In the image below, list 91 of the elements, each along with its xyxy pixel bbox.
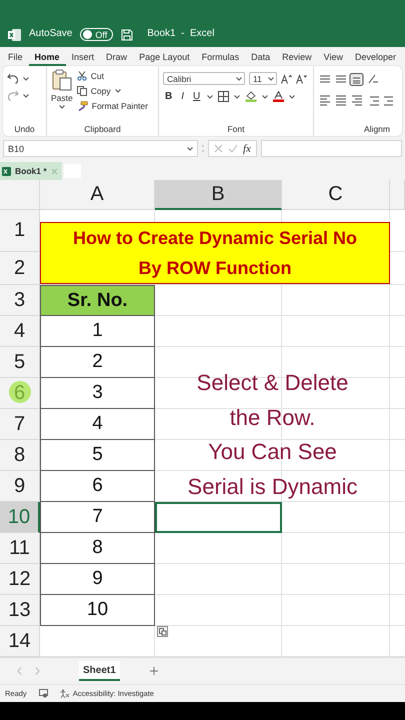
table-cell: 7 [40,502,155,533]
ribbon-tab[interactable]: Draw [100,47,134,66]
save-icon[interactable] [121,29,134,41]
fill-color-icon[interactable] [245,91,258,102]
table-cell: 4 [40,409,155,440]
selected-cell[interactable] [155,502,282,533]
excel-logo-icon[interactable] [8,29,21,41]
table-cell: 5 [40,440,155,471]
group-label: Clipboard [83,124,122,134]
row-header[interactable]: 12 [0,564,40,595]
copy-icon[interactable] [76,86,87,96]
format-painter-icon[interactable] [76,101,88,111]
paste-options-icon[interactable] [157,626,168,637]
caption-text: Select & Delete [196,369,348,397]
autosave-toggle[interactable]: Off [80,28,114,41]
row-header[interactable]: 8 [0,440,40,471]
caret-icon[interactable] [23,94,29,98]
font-name-dropdown[interactable]: Calibri [163,72,245,85]
title-banner: How to Create Dynamic Serial No By ROW Function [40,222,390,284]
macro-recorder-icon[interactable] [38,689,48,698]
caret-icon[interactable] [114,89,121,93]
format-painter-button[interactable]: Format Painter [92,101,148,111]
shrink-font-icon[interactable] [296,74,307,84]
underline-button[interactable]: U [191,91,202,102]
autosave-label: AutoSave [29,27,72,41]
table-cell: 8 [40,533,155,564]
ribbon-tab[interactable]: Insert [66,47,100,66]
table-header: Sr. No. [40,285,155,316]
row-header[interactable]: 11 [0,533,40,564]
group-label: Alignm [363,124,391,134]
table-cell: 9 [40,564,155,595]
window-title: Book1 - Excel [147,27,214,41]
caret-icon[interactable] [58,105,65,109]
cut-button[interactable]: Cut [90,71,104,81]
group-label: Font [226,124,246,134]
workbook-tab[interactable]: Book1 * [0,162,62,180]
row-header[interactable]: 1 [0,210,40,252]
caret-icon[interactable] [234,94,240,98]
caret-icon[interactable] [289,94,296,98]
table-cell: 2 [40,347,155,378]
font-color-icon[interactable] [273,91,284,102]
column-header[interactable]: C [282,180,390,210]
accessibility-icon[interactable] [60,689,70,698]
ribbon-tab[interactable]: Page Layout [133,47,196,66]
caret-icon[interactable] [187,146,193,150]
caret-icon[interactable] [268,76,274,80]
row-header[interactable]: 2 [0,252,40,285]
insert-function-button[interactable]: fx [243,142,251,154]
formula-input[interactable] [260,140,402,157]
caption-text: You Can See [208,438,337,466]
ribbon-tab[interactable]: Developer [349,47,402,66]
table-cell: 1 [40,316,155,347]
ribbon-tab[interactable]: File [2,47,29,66]
column-header[interactable]: B [155,180,282,210]
row-header[interactable]: 4 [0,316,40,347]
add-sheet-icon[interactable] [150,667,158,675]
row-header[interactable]: 10 [0,502,40,533]
group-label: Undo [13,124,36,134]
borders-icon[interactable] [218,91,230,102]
font-size-dropdown[interactable]: 11 [249,72,277,85]
caption-text: Serial is Dynamic [188,472,358,501]
caret-icon[interactable] [236,76,242,80]
name-box[interactable]: B10 [3,140,198,157]
ribbon-tab[interactable]: View [318,47,350,66]
row-header[interactable]: 14 [0,626,40,657]
excel-logo-icon [2,166,11,176]
caption-text: the Row. [230,404,316,432]
undo-icon[interactable] [7,73,19,84]
ribbon-tab[interactable]: Formulas [196,47,246,66]
row-header[interactable]: 13 [0,595,40,626]
scissors-icon[interactable] [76,71,87,81]
table-cell: 10 [40,595,155,626]
caret-icon[interactable] [23,76,29,80]
row-header[interactable]: 9 [0,471,40,502]
column-header[interactable]: A [40,180,155,210]
row-header[interactable]: 7 [0,409,40,440]
bold-button[interactable]: B [163,91,174,102]
sheet-tab[interactable]: Sheet1 [79,661,120,681]
italic-button[interactable]: I [179,91,186,102]
ribbon-tab[interactable]: Review [276,47,318,66]
table-cell: 3 [40,378,155,409]
caret-icon[interactable] [262,94,268,98]
table-cell: 6 [40,471,155,502]
paste-button[interactable]: Paste [51,93,73,103]
row-header[interactable]: 5 [0,347,40,378]
caret-icon[interactable] [207,94,214,98]
paste-icon[interactable] [52,69,72,91]
ribbon-tab[interactable]: Data [245,47,276,66]
row-header[interactable]: 3 [0,285,40,316]
grow-font-icon[interactable] [281,74,292,84]
copy-button[interactable]: Copy [90,86,111,96]
